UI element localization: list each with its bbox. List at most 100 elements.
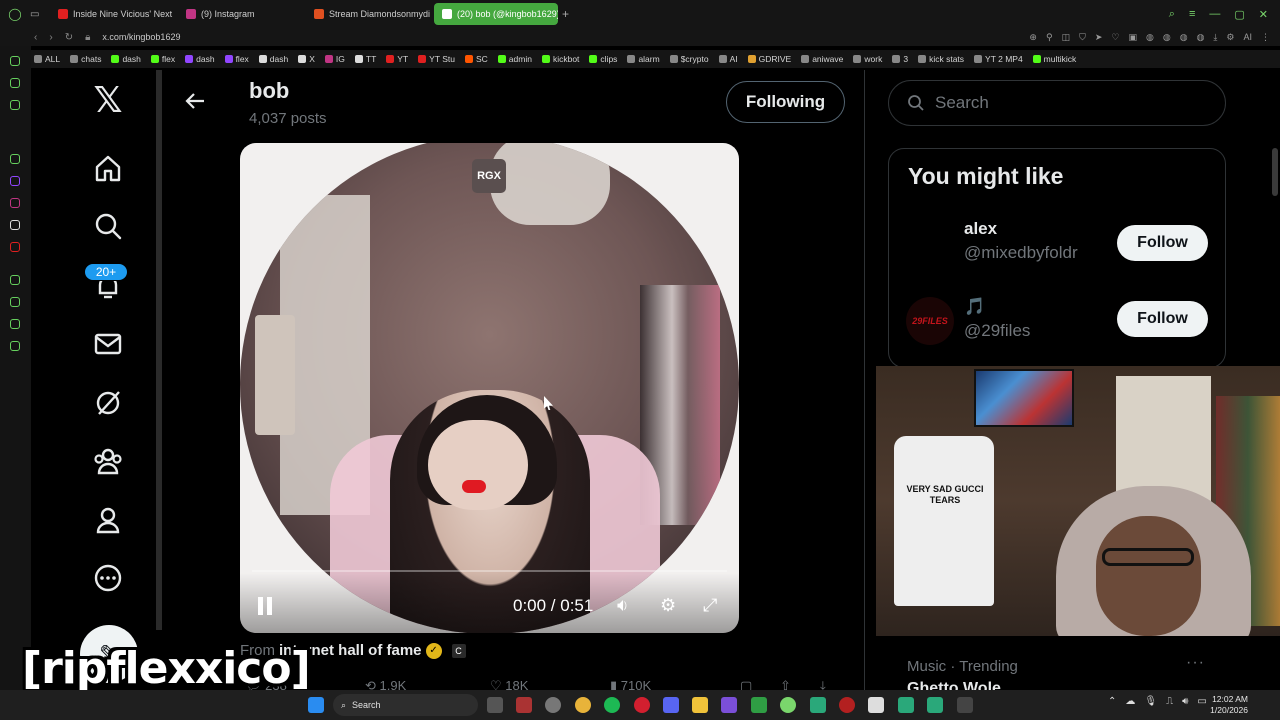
tab-instagram[interactable]: (9) Instagram [178, 3, 302, 25]
avatar[interactable] [906, 219, 954, 267]
bookmark-item[interactable]: ALL [34, 54, 60, 64]
extension-icon[interactable]: ◍ [1180, 32, 1188, 43]
bookmark-item[interactable]: chats [70, 54, 101, 64]
reload-icon[interactable]: ↻ [65, 32, 73, 43]
app-icon[interactable] [898, 697, 914, 713]
bookmark-item[interactable]: aniwave [801, 54, 843, 64]
bookmark-item[interactable]: flex [150, 54, 175, 64]
pause-icon[interactable] [258, 597, 274, 615]
player-icon[interactable] [10, 275, 20, 285]
zoom-icon[interactable]: ⊕ [1029, 32, 1037, 43]
history-icon[interactable] [10, 297, 20, 307]
mic-icon[interactable]: 🎙︎ [1144, 696, 1157, 707]
bookmark-item[interactable]: X [298, 54, 315, 64]
bookmark-item[interactable]: 3 [892, 54, 908, 64]
views-button[interactable]: ▮ 710K [610, 678, 651, 690]
app-icon[interactable] [516, 697, 532, 713]
windows-start-icon[interactable] [308, 697, 324, 713]
app-icon[interactable] [780, 697, 796, 713]
tray-expand-icon[interactable]: ⌃ [1108, 696, 1116, 707]
menu-icon[interactable]: ≡ [1189, 8, 1195, 21]
share-icon[interactable]: ⇧ [780, 678, 791, 690]
chrome-icon[interactable] [575, 697, 591, 713]
more-options-icon[interactable] [92, 562, 124, 594]
bookmark-icon[interactable]: ▢ [740, 678, 752, 690]
sidebar-app-icon[interactable] [10, 56, 20, 66]
x-logo-icon[interactable]: 𝕏 [92, 80, 124, 121]
youtube-icon[interactable] [10, 242, 20, 252]
app-icon[interactable] [957, 697, 973, 713]
app-icon[interactable] [810, 697, 826, 713]
network-icon[interactable]: ⎍ [1166, 696, 1173, 707]
app-icon[interactable] [545, 697, 561, 713]
bookmark-item[interactable]: admin [497, 54, 532, 64]
xbox-icon[interactable] [751, 697, 767, 713]
bookmark-item[interactable]: kickbot [541, 54, 579, 64]
spotify-icon[interactable] [604, 697, 620, 713]
pin-icon[interactable]: ⚲ [1046, 32, 1053, 43]
app-icon[interactable] [927, 697, 943, 713]
new-tab-button[interactable]: + [562, 7, 569, 21]
tab-youtube[interactable]: Inside Nine Vicious' Next I [50, 3, 174, 25]
bookmark-item[interactable]: dash [258, 54, 288, 64]
suggestion-item[interactable]: alex @mixedbyfoldr Follow [889, 213, 1227, 273]
video-player[interactable]: RGX 0:00 / 0:51 🔉︎ ⚙ ⤢ [240, 143, 739, 633]
extensions-icon[interactable] [10, 319, 20, 329]
ai-label[interactable]: AI [1243, 32, 1252, 43]
extension-icon[interactable]: ◍ [1146, 32, 1154, 43]
bookmark-item[interactable]: alarm [627, 54, 660, 64]
app-icon[interactable] [839, 697, 855, 713]
video-progress-bar[interactable] [252, 570, 727, 572]
explore-search-icon[interactable] [92, 210, 124, 242]
trend-name[interactable]: Ghetto Wole [907, 680, 1001, 690]
communities-icon[interactable] [92, 445, 124, 477]
messages-mail-icon[interactable] [92, 328, 124, 360]
trend-more-icon[interactable]: ··· [1186, 654, 1205, 672]
twitch-icon[interactable] [10, 176, 20, 186]
profile-person-icon[interactable] [92, 504, 124, 536]
settings-gear-icon[interactable]: ⚙ [660, 595, 676, 616]
forward-nav-icon[interactable]: › [49, 32, 52, 43]
bookmark-item[interactable]: dash [111, 54, 141, 64]
bookmark-item[interactable]: GDRIVE [747, 54, 791, 64]
chatgpt-icon[interactable] [10, 154, 20, 164]
bookmark-item[interactable]: AI [718, 54, 738, 64]
shield-icon[interactable]: ⛉ [1079, 32, 1086, 43]
download-icon[interactable]: ⤓ [820, 678, 826, 690]
bookmark-item[interactable]: multikick [1032, 54, 1076, 64]
nav-scrollbar[interactable] [156, 70, 162, 630]
avatar[interactable]: 29FILES [906, 297, 954, 345]
bookmark-item[interactable]: IG [324, 54, 345, 64]
opera-logo-icon[interactable]: ◯ [0, 7, 30, 21]
opera-icon[interactable] [634, 697, 650, 713]
speaker-icon[interactable]: 🔊︎ [1182, 696, 1188, 707]
back-arrow-icon[interactable] [185, 90, 205, 116]
bookmark-item[interactable]: kick stats [918, 54, 964, 64]
taskbar-clock[interactable]: 12:02 AM 1/20/2026 [1198, 694, 1248, 716]
bookmark-item[interactable]: YT [386, 54, 408, 64]
discord-icon[interactable] [663, 697, 679, 713]
bookmark-item[interactable]: clips [589, 54, 617, 64]
home-icon[interactable] [92, 152, 124, 184]
page-scrollbar[interactable] [1272, 148, 1278, 196]
repost-button[interactable]: ⟲ 1.9K [365, 678, 406, 690]
like-button[interactable]: ♡ 18K [490, 678, 528, 690]
bookmark-item[interactable]: $crypto [669, 54, 709, 64]
fullscreen-icon[interactable]: ⤢ [703, 595, 717, 616]
back-nav-icon[interactable]: ‹ [34, 32, 37, 43]
instagram-icon[interactable] [10, 198, 20, 208]
cloud-icon[interactable]: ☁ [1125, 696, 1135, 707]
sidebar-app-icon[interactable] [10, 100, 20, 110]
settings-icon[interactable] [10, 341, 20, 351]
bookmark-item[interactable]: work [853, 54, 882, 64]
follow-button[interactable]: Follow [1117, 301, 1208, 337]
heart-icon[interactable]: ♡ [1111, 32, 1119, 43]
send-icon[interactable]: ➤ [1095, 32, 1103, 43]
search-input[interactable]: Search [888, 80, 1226, 126]
tab-overview-icon[interactable]: ▭ [30, 9, 50, 20]
maximize-icon[interactable]: ▢ [1234, 8, 1244, 21]
extension-icon[interactable]: ◍ [1163, 32, 1171, 43]
box-icon[interactable]: ▣ [1128, 32, 1137, 43]
tab-stream[interactable]: Stream Diamondsonmydic [306, 3, 430, 25]
app-icon[interactable] [868, 697, 884, 713]
